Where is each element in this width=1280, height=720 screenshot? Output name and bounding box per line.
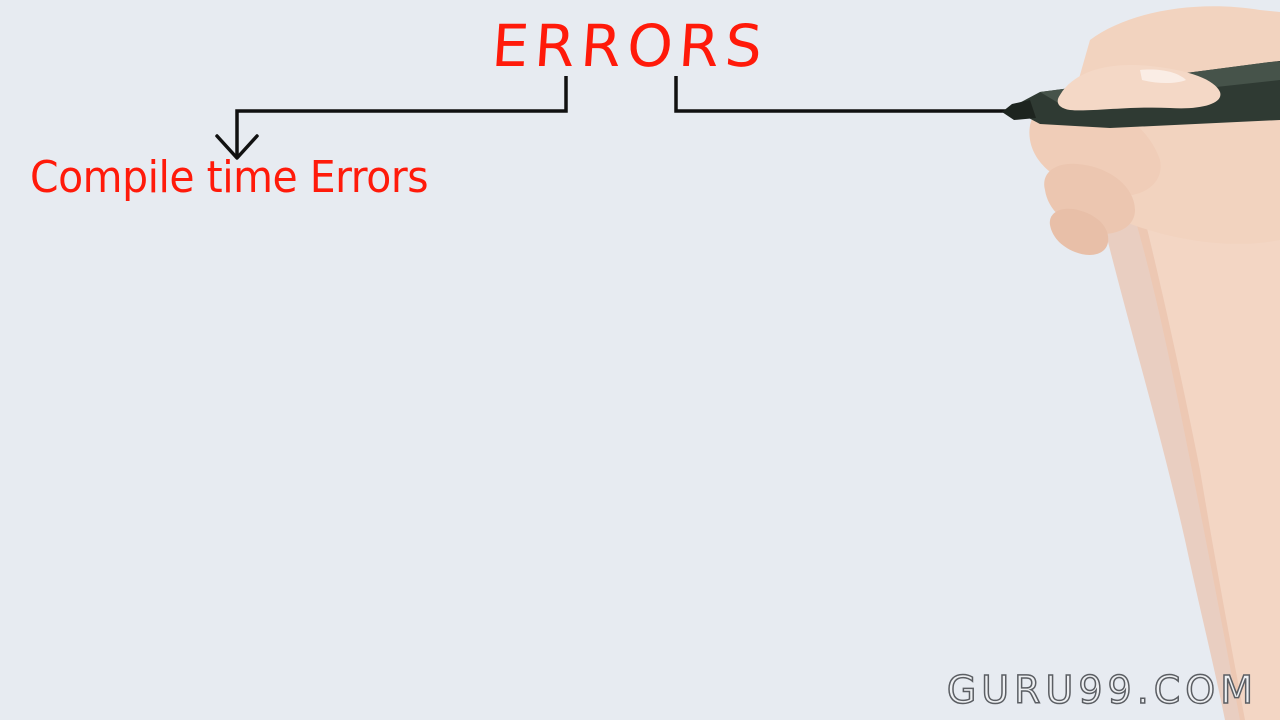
diagram-root-label: ERRORS — [489, 12, 771, 80]
diagram-drawing — [215, 6, 1280, 720]
connector-left — [235, 76, 568, 156]
branch-label-compile-time: Compile time Errors — [30, 152, 429, 203]
connector-right — [674, 76, 1010, 113]
hand-with-marker-icon — [1002, 6, 1280, 720]
watermark-logo: GURU99.COM — [946, 667, 1258, 713]
whiteboard-canvas: ERRORS Compile time Errors GURU99.COM — [0, 0, 1280, 720]
